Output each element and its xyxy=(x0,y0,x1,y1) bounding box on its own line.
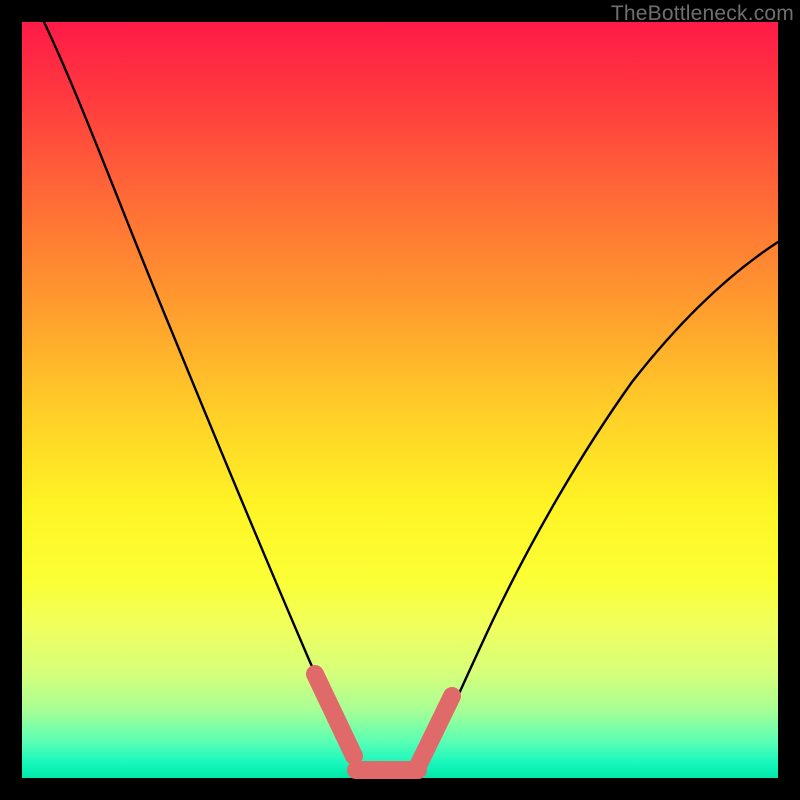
watermark-text: TheBottleneck.com xyxy=(611,2,794,26)
chart-container: TheBottleneck.com xyxy=(0,0,800,800)
marker-segments xyxy=(315,674,452,770)
curve-layer xyxy=(22,22,778,778)
plot-area xyxy=(22,22,778,778)
bottleneck-curve xyxy=(44,22,778,773)
